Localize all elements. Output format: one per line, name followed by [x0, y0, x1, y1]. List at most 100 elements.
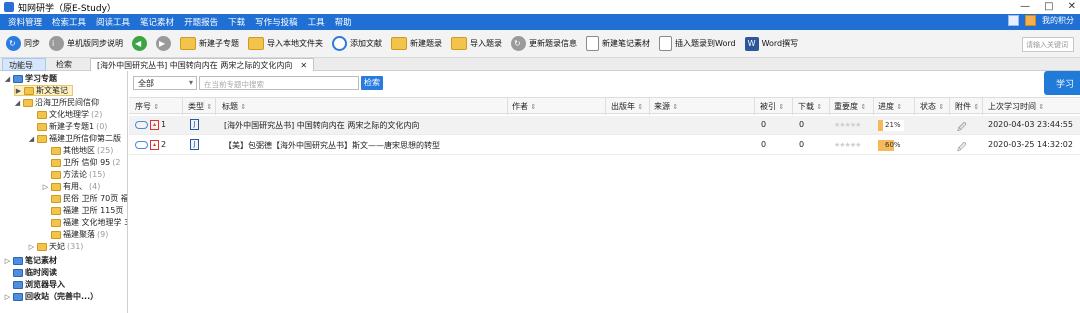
sync-button[interactable]: ↻ 同步	[6, 36, 40, 51]
folder-icon	[51, 194, 61, 203]
expand-toggle-icon[interactable]: ▷	[28, 243, 35, 251]
col-last-study[interactable]: 上次学习时间 ⇕	[988, 101, 1044, 112]
single-sync-guide-button[interactable]: i 单机版同步说明	[49, 36, 123, 51]
new-record-button[interactable]: 新建题录	[391, 37, 442, 50]
menu-item-help[interactable]: 帮助	[335, 16, 352, 28]
scope-select[interactable]: 全部 ▾	[133, 76, 197, 90]
update-record-button[interactable]: ↻ 更新题录信息	[511, 36, 577, 51]
menu-item-resources[interactable]: 资料管理	[8, 16, 42, 28]
tree-node-fujian-settlement[interactable]: 福建聚落 (9)	[42, 229, 108, 240]
tree-node-siwen-notes[interactable]: ▶ 斯文笔记	[14, 85, 73, 96]
expand-toggle-icon[interactable]: ◢	[4, 75, 11, 83]
tab-search[interactable]: 检索	[50, 58, 86, 71]
tree-node-fujian-geography[interactable]: 福建 文化地理学 36	[42, 217, 127, 228]
expand-toggle-icon[interactable]: ◢	[28, 135, 35, 143]
col-type[interactable]: 类型 ⇕	[188, 101, 212, 112]
new-subtopic-button[interactable]: 新建子专题	[180, 37, 239, 50]
new-note-button[interactable]: 新建笔记素材	[586, 36, 650, 51]
menu-item-writing[interactable]: 写作与投稿	[255, 16, 298, 28]
row-title[interactable]: [海外中国研究丛书] 中国转向内在 两宋之际的文化内向	[224, 120, 419, 131]
importance-stars[interactable]: ★★★★★	[834, 121, 861, 129]
col-downloads[interactable]: 下载 ⇕	[798, 101, 822, 112]
folder-icon	[51, 170, 61, 179]
menu-item-notes[interactable]: 笔记素材	[140, 16, 174, 28]
info-icon: i	[49, 36, 64, 51]
tree-node-browser-import[interactable]: 浏览器导入	[4, 279, 65, 290]
minimize-button[interactable]: —	[1020, 1, 1030, 12]
topic-search-input[interactable]: 在当前专题中搜索	[199, 76, 359, 90]
importance-stars[interactable]: ★★★★★	[834, 141, 861, 149]
folder-icon	[37, 122, 47, 131]
tree-node-new-subtopic[interactable]: 新建子专题1 (0)	[28, 121, 107, 132]
insert-word-button[interactable]: 插入题录到Word	[659, 36, 736, 51]
search-button[interactable]: 检索	[361, 76, 383, 90]
expand-toggle-icon[interactable]: ▷	[4, 257, 11, 265]
learn-button[interactable]: 学习	[1044, 71, 1080, 95]
tree-node-weisuo-belief[interactable]: 卫所 信仰 95 (2	[42, 157, 120, 168]
word-write-button[interactable]: W Word撰写	[744, 36, 798, 51]
cloud-icon[interactable]	[135, 121, 148, 129]
tree-node-useful[interactable]: ▷ 有用、 (4)	[42, 181, 101, 192]
tree-node-temp-reading[interactable]: 临时阅读	[4, 267, 57, 278]
col-status[interactable]: 状态 ⇕	[920, 101, 944, 112]
close-window-button[interactable]: ✕	[1068, 1, 1076, 12]
expand-toggle-icon[interactable]: ▷	[4, 293, 11, 301]
folder-icon	[51, 146, 61, 155]
browser-icon	[13, 280, 23, 289]
table-row[interactable]: ▴ 1 J [海外中国研究丛书] 中国转向内在 两宋之际的文化内向 0 0 ★★…	[129, 116, 1080, 135]
forward-button[interactable]: ▶	[156, 36, 171, 51]
folder-icon	[51, 218, 61, 227]
tree-node-notes[interactable]: ▷ 笔记素材	[4, 255, 57, 266]
tab-document[interactable]: [海外中国研究丛书] 中国转向内在 两宋之际的文化内向 ✕	[90, 58, 315, 71]
row-title[interactable]: 【美】包弼德【海外中国研究丛书】斯文——唐宋思想的转型	[224, 140, 440, 151]
layout-icon[interactable]	[1008, 15, 1019, 26]
menu-item-search-tools[interactable]: 检索工具	[52, 16, 86, 28]
record-icon	[391, 37, 407, 50]
col-title[interactable]: 标题 ⇕	[222, 101, 246, 112]
single-sync-label: 单机版同步说明	[67, 39, 123, 48]
expand-toggle-icon[interactable]: ▶	[15, 87, 22, 95]
keyword-search-input[interactable]: 请输入关键词	[1022, 37, 1074, 52]
col-index[interactable]: 序号 ⇕	[135, 101, 159, 112]
col-attachment[interactable]: 附件 ⇕	[955, 101, 979, 112]
user-avatar-icon[interactable]	[1025, 15, 1036, 26]
import-record-button[interactable]: 导入题录	[451, 37, 502, 50]
cloud-icon[interactable]	[135, 141, 148, 149]
import-local-folder-button[interactable]: 导入本地文件夹	[248, 37, 323, 50]
tree-node-methodology[interactable]: 方法论 (15)	[42, 169, 105, 180]
attachment-icon[interactable]: 🖉	[957, 120, 967, 136]
col-author[interactable]: 作者 ⇕	[512, 101, 536, 112]
tree-node-fujian-v2[interactable]: ◢ 福建卫所信仰第二版	[28, 133, 121, 144]
tree-node-recycle-bin[interactable]: ▷ 回收站（完善中...）	[4, 291, 98, 302]
table-row[interactable]: ▴ 2 J 【美】包弼德【海外中国研究丛书】斯文——唐宋思想的转型 0 0 ★★…	[129, 136, 1080, 155]
tree-node-fujian-weisuo[interactable]: 福建 卫所 115页	[42, 205, 123, 216]
menu-item-proposal[interactable]: 开题报告	[184, 16, 218, 28]
close-tab-icon[interactable]: ✕	[300, 61, 307, 70]
arrow-left-icon: ◀	[132, 36, 147, 51]
col-progress[interactable]: 进度 ⇕	[878, 101, 902, 112]
tree-node-tianfei[interactable]: ▷ 天妃 (31)	[28, 241, 84, 252]
back-button[interactable]: ◀	[132, 36, 147, 51]
new-record-label: 新建题录	[410, 39, 442, 48]
tree-node-study-topics[interactable]: ◢ 学习专题	[4, 73, 57, 84]
expand-toggle-icon[interactable]: ◢	[14, 99, 21, 107]
col-year[interactable]: 出版年 ⇕	[611, 101, 643, 112]
expand-toggle-icon[interactable]: ▷	[42, 183, 49, 191]
tab-navigation[interactable]: 功能导航	[2, 58, 46, 81]
col-cited[interactable]: 被引 ⇕	[760, 101, 784, 112]
col-source[interactable]: 来源 ⇕	[654, 101, 678, 112]
my-points-link[interactable]: 我的积分	[1042, 15, 1074, 26]
folder-icon	[24, 86, 34, 95]
add-document-button[interactable]: 添加文献	[332, 36, 382, 51]
tree-node-other-regions[interactable]: 其他地区 (25)	[42, 145, 113, 156]
menu-item-tools[interactable]: 工具	[308, 16, 325, 28]
tree-node-coastal-beliefs[interactable]: ◢ 沿海卫所民间信仰	[14, 97, 99, 108]
tree-node-folk-custom[interactable]: 民俗 卫所 70页 福建	[42, 193, 127, 204]
col-importance[interactable]: 重要度 ⇕	[834, 101, 866, 112]
attachment-icon[interactable]: 🖉	[957, 140, 967, 156]
tree-node-cultural-geography[interactable]: 文化地理学 (2)	[28, 109, 102, 120]
menu-item-reading-tools[interactable]: 阅读工具	[96, 16, 130, 28]
notes-icon	[13, 256, 23, 265]
menu-item-download[interactable]: 下载	[228, 16, 245, 28]
maximize-button[interactable]: □	[1044, 1, 1053, 12]
